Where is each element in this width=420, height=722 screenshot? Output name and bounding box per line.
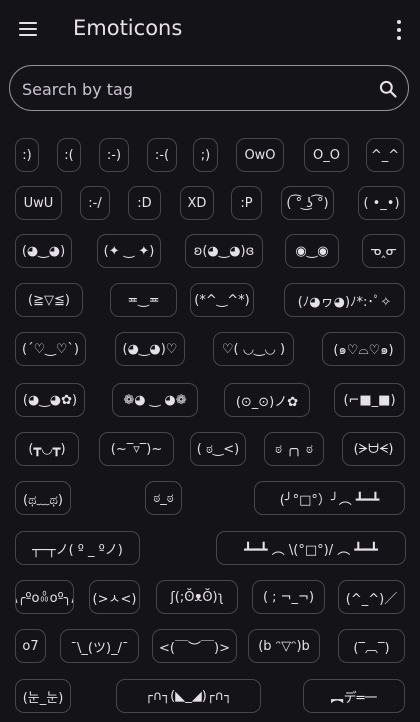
emoticon-chip[interactable]: :P bbox=[231, 186, 262, 220]
emoticon-chip[interactable]: ʃ(;ʘ̆ᴥʘ̆)ʅ bbox=[156, 580, 238, 614]
emoticon-chip[interactable]: (ಥ﹏ಥ) bbox=[15, 481, 71, 515]
emoticon-grid: :) :( :-) :-(;) OwO O_O ^_^ UwU :-/ :D XD :P ( ͡° ͜ʖ… bbox=[0, 0, 420, 722]
emoticon-chip[interactable]: (ᗒᗨᗕ) bbox=[342, 432, 405, 466]
emoticon-chip[interactable]: <(￣︶￣)> bbox=[152, 629, 237, 663]
emoticon-chip[interactable]: ┬─┬ノ( º _ ºノ) bbox=[15, 531, 140, 565]
emoticon-chip[interactable]: ʚ(◕‿◕)ɞ bbox=[185, 234, 263, 268]
emoticon-chip[interactable]: (ﾉ◕ヮ◕)ﾉ*:･ﾟ✧ bbox=[284, 283, 405, 317]
emoticon-chip[interactable]: (╯°□°）╯︵ ┻━┻ bbox=[254, 481, 405, 515]
emoticon-chip[interactable]: ︻デ═一 bbox=[303, 679, 405, 713]
emoticon-chip[interactable]: ಠ ╭╮ ಠ bbox=[264, 432, 324, 466]
emoticon-chip[interactable]: (~‾▿‾)~ bbox=[99, 432, 174, 466]
emoticon-chip[interactable]: (◕‿◕) bbox=[15, 234, 72, 268]
emoticon-chip[interactable]: (‾︹‾) bbox=[338, 629, 405, 663]
emoticon-chip[interactable]: UwU bbox=[15, 186, 62, 220]
emoticon-chip[interactable]: (◕‿◕)♡ bbox=[115, 332, 185, 366]
emoticon-chip[interactable]: ;) bbox=[193, 138, 218, 172]
emoticon-chip[interactable]: ┻━┻ ︵ \(°□°)/ ︵ ┻━┻ bbox=[216, 531, 406, 565]
emoticon-chip[interactable]: :-( bbox=[147, 138, 177, 172]
emoticon-chip[interactable]: :) bbox=[15, 138, 39, 172]
emoticon-chip[interactable]: (⌐■_■) bbox=[334, 383, 405, 417]
emoticon-chip[interactable]: ( ; ¬_¬) bbox=[252, 580, 325, 614]
emoticon-chip[interactable]: ♡( ◡‿◡ ) bbox=[213, 332, 294, 366]
emoticon-chip[interactable]: /╲/\╭ºoꍘoº╮/\╱\ bbox=[15, 580, 74, 614]
emoticon-chip[interactable]: ≖‿≖ bbox=[110, 283, 177, 317]
emoticon-chip[interactable]: ◉‿◉ bbox=[285, 234, 339, 268]
emoticon-chip[interactable]: ( •_•) bbox=[358, 186, 405, 220]
emoticon-chip[interactable]: O_O bbox=[304, 138, 349, 172]
emoticon-chip[interactable]: (≧▽≦) bbox=[15, 283, 83, 317]
emoticon-chip[interactable]: (b ᵔ▽ᵔ)b bbox=[248, 629, 320, 663]
emoticon-chip[interactable]: :( bbox=[57, 138, 81, 172]
emoticon-chip[interactable]: (´♡‿♡`) bbox=[15, 332, 86, 366]
emoticon-chip[interactable]: (눈_눈) bbox=[15, 679, 71, 713]
emoticon-chip[interactable]: ᓀ‸ᓂ bbox=[362, 234, 405, 268]
emoticon-chip[interactable]: :-/ bbox=[80, 186, 110, 220]
emoticon-chip[interactable]: :D bbox=[128, 186, 161, 220]
emoticon-chip[interactable]: ¯\_(ツ)_/¯ bbox=[60, 629, 139, 663]
emoticon-chip[interactable]: (*^‿^*) bbox=[190, 283, 254, 317]
emoticon-chip[interactable]: (⊙_⊙)ノ✿ bbox=[224, 383, 310, 417]
emoticon-chip[interactable]: :-) bbox=[99, 138, 129, 172]
emoticon-chip[interactable]: (◕‿◕✿) bbox=[15, 383, 85, 417]
emoticon-chip[interactable]: ( ͡° ͜ʖ ͡°) bbox=[281, 186, 334, 220]
emoticon-chip[interactable]: (>ㅅ<) bbox=[89, 580, 140, 614]
emoticon-chip[interactable]: ಠ_ಠ bbox=[145, 481, 182, 515]
emoticon-chip[interactable]: ❁◕ ‿ ◕❁ bbox=[112, 383, 198, 417]
emoticon-chip[interactable]: o7 bbox=[15, 629, 46, 663]
emoticon-chip[interactable]: OwO bbox=[236, 138, 284, 172]
emoticon-chip[interactable]: ┌∩┐(◣_◢)┌∩┐ bbox=[116, 679, 261, 713]
emoticon-chip[interactable]: (๑♡⌓♡๑) bbox=[322, 332, 405, 366]
emoticon-chip[interactable]: (^_^)／ bbox=[338, 580, 405, 614]
emoticon-chip[interactable]: (✦ ‿ ✦) bbox=[97, 234, 161, 268]
emoticon-chip[interactable]: (┳◡┳) bbox=[15, 432, 79, 466]
emoticon-chip[interactable]: ( ಠ‿<) bbox=[190, 432, 246, 466]
emoticon-chip[interactable]: XD bbox=[180, 186, 214, 220]
emoticon-chip[interactable]: ^_^ bbox=[366, 138, 404, 172]
